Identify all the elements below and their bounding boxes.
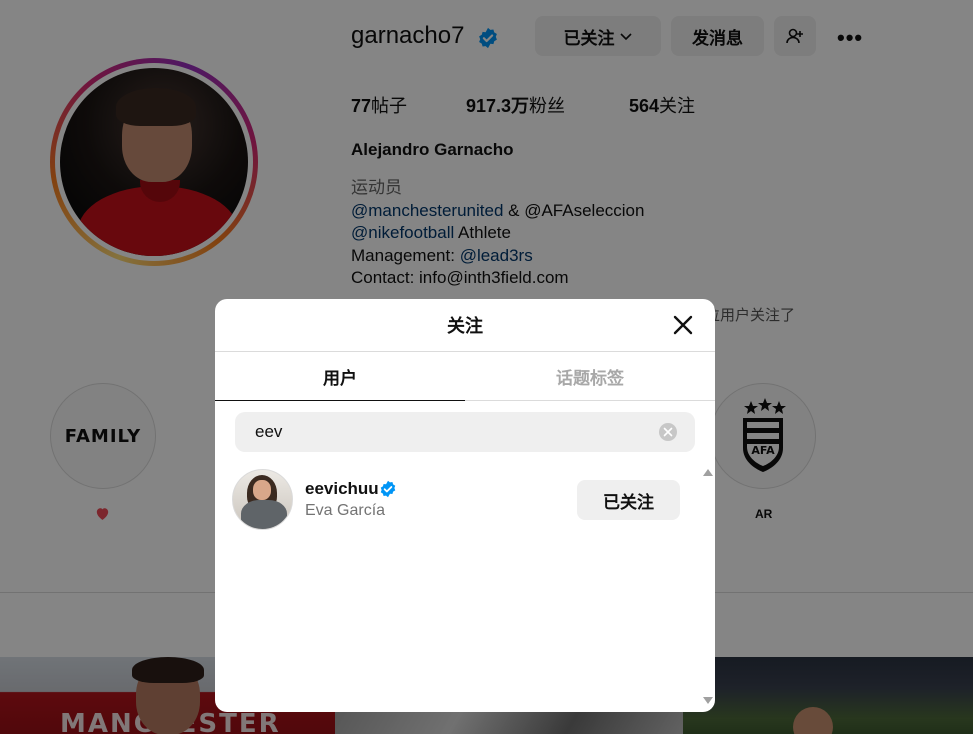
tab-users[interactable]: 用户 — [215, 352, 465, 401]
search-input[interactable] — [235, 412, 655, 452]
user-handle[interactable]: eevichuu — [305, 479, 379, 499]
user-full-name: Eva García — [305, 502, 386, 519]
scroll-up-arrow[interactable] — [703, 469, 713, 476]
verified-badge-icon — [380, 480, 396, 498]
tab-hashtags[interactable]: 话题标签 — [465, 352, 715, 400]
following-modal: 关注 用户 话题标签 eevichuu Eva García 已关注 — [215, 299, 715, 712]
search-box — [235, 412, 695, 452]
modal-tabs: 用户 话题标签 — [215, 352, 715, 401]
scroll-down-arrow[interactable] — [703, 697, 713, 704]
following-button[interactable]: 已关注 — [577, 480, 680, 520]
clear-search-icon[interactable] — [659, 423, 677, 441]
avatar[interactable] — [232, 469, 293, 530]
modal-title: 关注 — [447, 316, 483, 336]
list-item[interactable]: eevichuu Eva García 已关注 — [215, 467, 703, 533]
modal-header: 关注 — [215, 299, 715, 352]
close-icon[interactable] — [671, 313, 695, 337]
